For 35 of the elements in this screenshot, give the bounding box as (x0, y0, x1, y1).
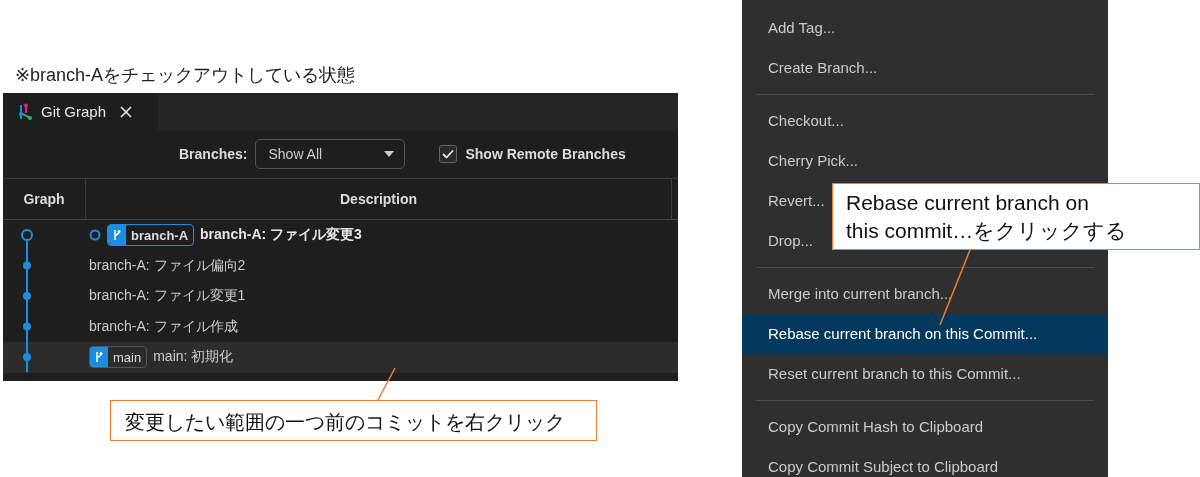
commit-message: branch-A: ファイル変更1 (89, 287, 246, 306)
menu-item[interactable]: Create Branch... (742, 48, 886, 88)
menu-item[interactable]: Copy Commit Hash to Clipboard (742, 407, 992, 447)
menu-item[interactable]: Reset current branch to this Commit... (742, 354, 1029, 394)
git-graph-tab[interactable]: Git Graph (3, 93, 158, 130)
column-header[interactable]: Graph (3, 179, 86, 219)
checkbox[interactable] (439, 145, 458, 163)
callout-text: Rebase current branch on this commit…をクリックする (832, 183, 1200, 250)
callout-text: 変更したい範囲の一つ前のコミットを右クリック (110, 400, 597, 441)
branches-label: Branches: (179, 146, 248, 162)
menu-item[interactable]: Rebase current branch on this Commit... (742, 314, 1108, 354)
menu-item[interactable]: Merge into current branch... (742, 274, 961, 314)
branches-dropdown[interactable]: Show All (255, 139, 406, 169)
commit-message: main: 初期化 (153, 348, 234, 367)
commit-message: branch-A: ファイル偏向2 (89, 256, 246, 275)
leader-line (377, 367, 396, 401)
branch-badge[interactable]: branch-A (107, 224, 195, 247)
menu-item[interactable]: Copy Commit Subject to Clipboard (742, 447, 1007, 477)
check-icon (442, 149, 455, 159)
git-graph-icon (17, 102, 33, 121)
close-icon[interactable] (120, 105, 133, 118)
column-header[interactable]: Description (86, 179, 672, 219)
menu-item[interactable]: Drop... (742, 221, 821, 261)
menu-item[interactable]: Cherry Pick... (742, 141, 866, 181)
caret-icon (384, 151, 395, 157)
menu-item[interactable]: Add Tag... (742, 8, 844, 48)
checkbox-label: Show Remote Branches (465, 146, 626, 162)
caption-text: ※branch-Aをチェックアウトしている状態 (15, 64, 357, 87)
commit-message: branch-A: ファイル変更3 (200, 226, 362, 245)
commit-message: branch-A: ファイル作成 (89, 317, 238, 336)
menu-item[interactable]: Checkout... (742, 101, 852, 141)
branch-icon (94, 351, 104, 364)
branch-icon (112, 229, 122, 242)
menu-item[interactable]: Revert... (742, 181, 833, 221)
branch-badge[interactable]: main (89, 346, 148, 369)
